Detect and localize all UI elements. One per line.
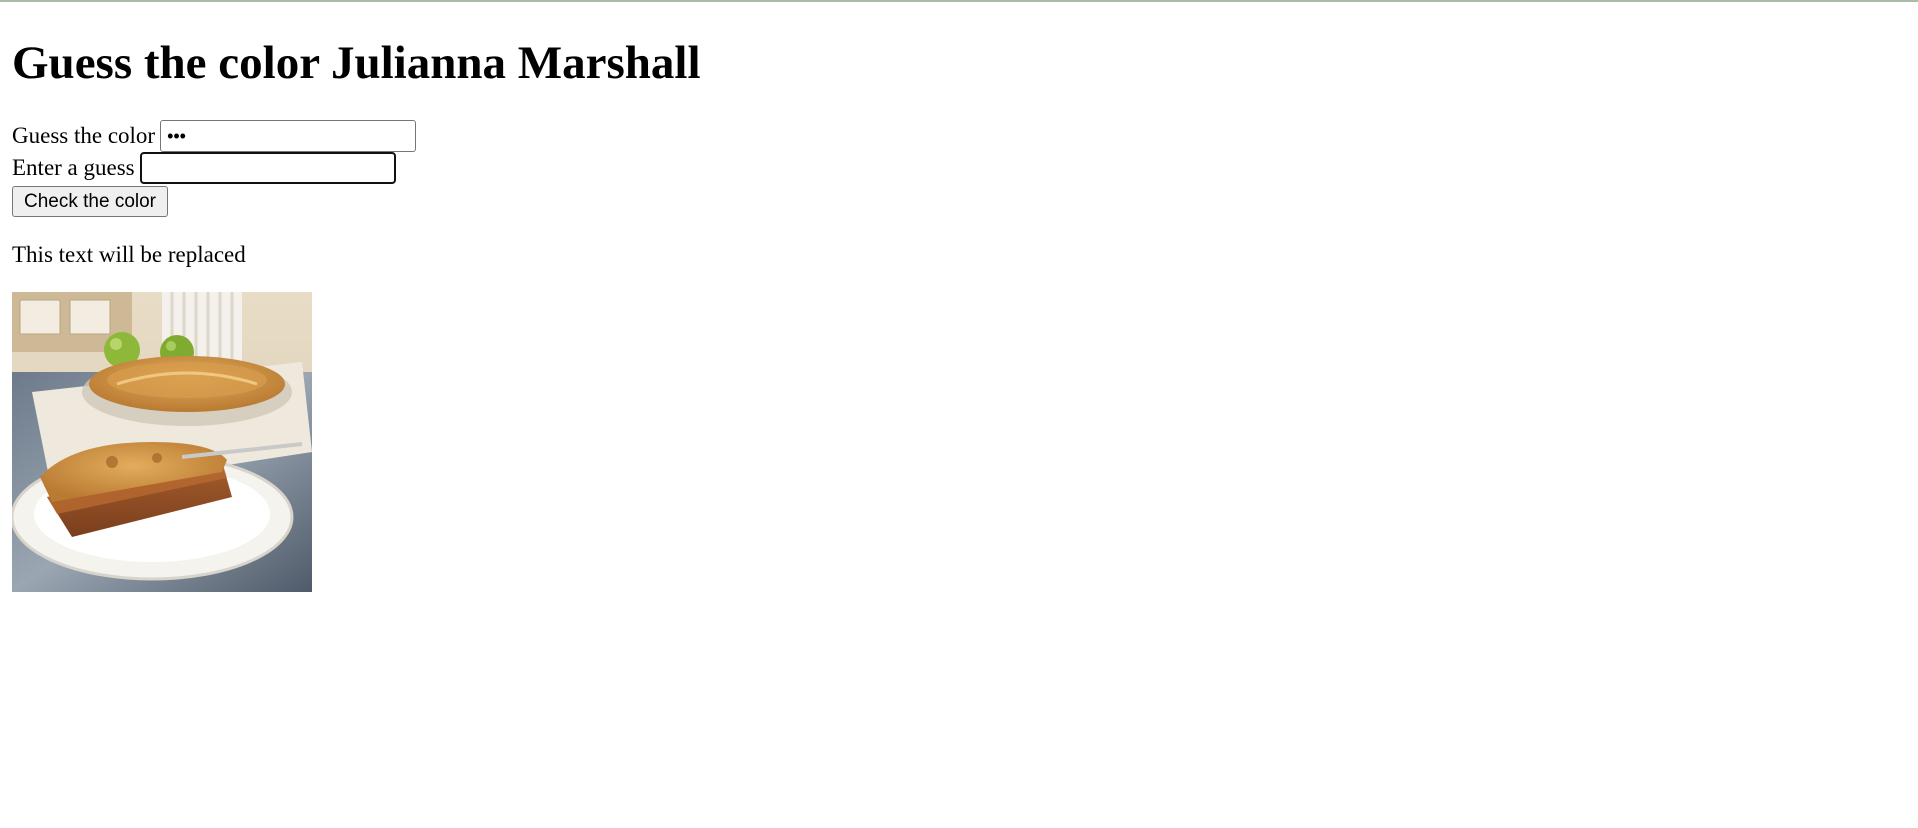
page-title: Guess the color Julianna Marshall (12, 37, 701, 89)
secret-color-label: Guess the color (12, 123, 156, 148)
top-border (0, 0, 1918, 2)
secret-color-input[interactable] (160, 120, 417, 152)
apple-pie-image (12, 292, 312, 592)
guess-input[interactable] (139, 152, 396, 184)
result-message: This text will be replaced (12, 242, 246, 267)
secret-color-row: Guess the color (12, 120, 417, 152)
guess-row: Enter a guess (12, 152, 396, 184)
check-color-button[interactable]: Check the color (12, 186, 169, 217)
guess-label: Enter a guess (12, 155, 135, 180)
